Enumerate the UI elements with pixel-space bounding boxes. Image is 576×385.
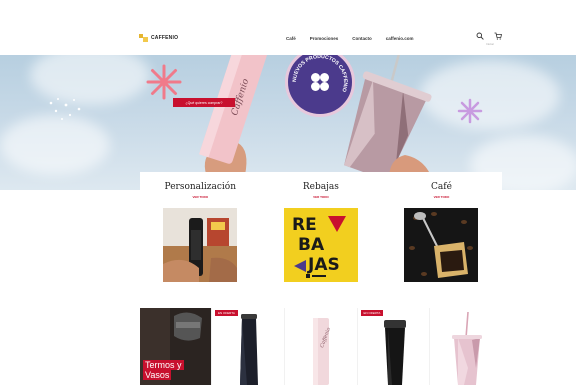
badge-text: NUEVOS PRODUCTOS CAFFENIO [292, 55, 348, 93]
nav-item-site-link[interactable]: caffenio.com [386, 36, 414, 41]
category-title: Personalización [164, 182, 237, 192]
purple-flower-icon [457, 98, 483, 124]
cart-icon[interactable] [494, 27, 503, 40]
category-card-personalizacion[interactable]: Personalización VER TODO [140, 172, 261, 290]
feature-termos-vasos[interactable]: Termos y Vasos [140, 308, 211, 385]
hero-banner: Caffenio NUEVOS PRODUCTOS CAFFENIO ¿Qué … [0, 55, 576, 190]
nav-item-contacto[interactable]: Contacto [352, 36, 372, 41]
rebajas-image: RE BA JAS [283, 208, 358, 282]
logo-mark-icon [139, 34, 148, 42]
pink-tumbler-image: Caffenio [199, 55, 270, 190]
nav-item-promociones[interactable]: Promociones [310, 36, 339, 41]
category-card-rebajas[interactable]: Rebajas VER TODO RE BA JAS [261, 172, 382, 290]
cafe-image [404, 208, 479, 282]
search-icon[interactable] [476, 27, 484, 40]
feature-title-line-1: Termos y [143, 360, 184, 370]
rebajas-line-3: JAS [307, 255, 340, 275]
hero-cta-button[interactable]: ¿Qué quieres comprar? [173, 98, 235, 107]
rebajas-line-1: RE [292, 215, 317, 235]
category-title: Café [431, 182, 452, 192]
feature-title: Termos y Vasos [143, 360, 184, 380]
account-hint[interactable]: Iniciar [486, 42, 494, 46]
products-row: Termos y Vasos EN OFERTA Caffenio EN OFE… [140, 308, 502, 385]
nav-item-cafe[interactable]: Café [286, 36, 296, 41]
brand-name: CAFFENIO [151, 35, 179, 41]
category-card-cafe[interactable]: Café VER TODO [381, 172, 502, 290]
category-link[interactable]: VER TODO [261, 195, 382, 199]
brand-logo[interactable]: CAFFENIO [139, 34, 178, 42]
svg-text:NUEVOS PRODUCTOS CAFFENIO: NUEVOS PRODUCTOS CAFFENIO [292, 55, 348, 93]
pink-flower-icon [146, 64, 182, 100]
category-title: Rebajas [302, 182, 339, 192]
rebajas-line-2: BA [298, 235, 325, 255]
product-card[interactable]: EN OFERTA [211, 308, 284, 385]
sparkle-dots [49, 98, 81, 120]
category-link[interactable]: VER TODO [140, 195, 261, 199]
new-products-badge: NUEVOS PRODUCTOS CAFFENIO [285, 55, 355, 117]
site-header: CAFFENIO Café Promociones Contacto caffe… [0, 0, 576, 55]
product-card[interactable]: Caffenio [283, 308, 357, 385]
category-cards: Personalización VER TODO Rebajas VER TOD… [140, 172, 502, 290]
personalizacion-image [163, 208, 237, 282]
product-card[interactable] [429, 308, 502, 385]
main-nav: Café Promociones Contacto caffenio.com [286, 36, 414, 41]
category-link[interactable]: VER TODO [381, 195, 502, 199]
product-card[interactable]: EN OFERTA [356, 308, 430, 385]
feature-title-line-2: Vasos [143, 370, 172, 380]
